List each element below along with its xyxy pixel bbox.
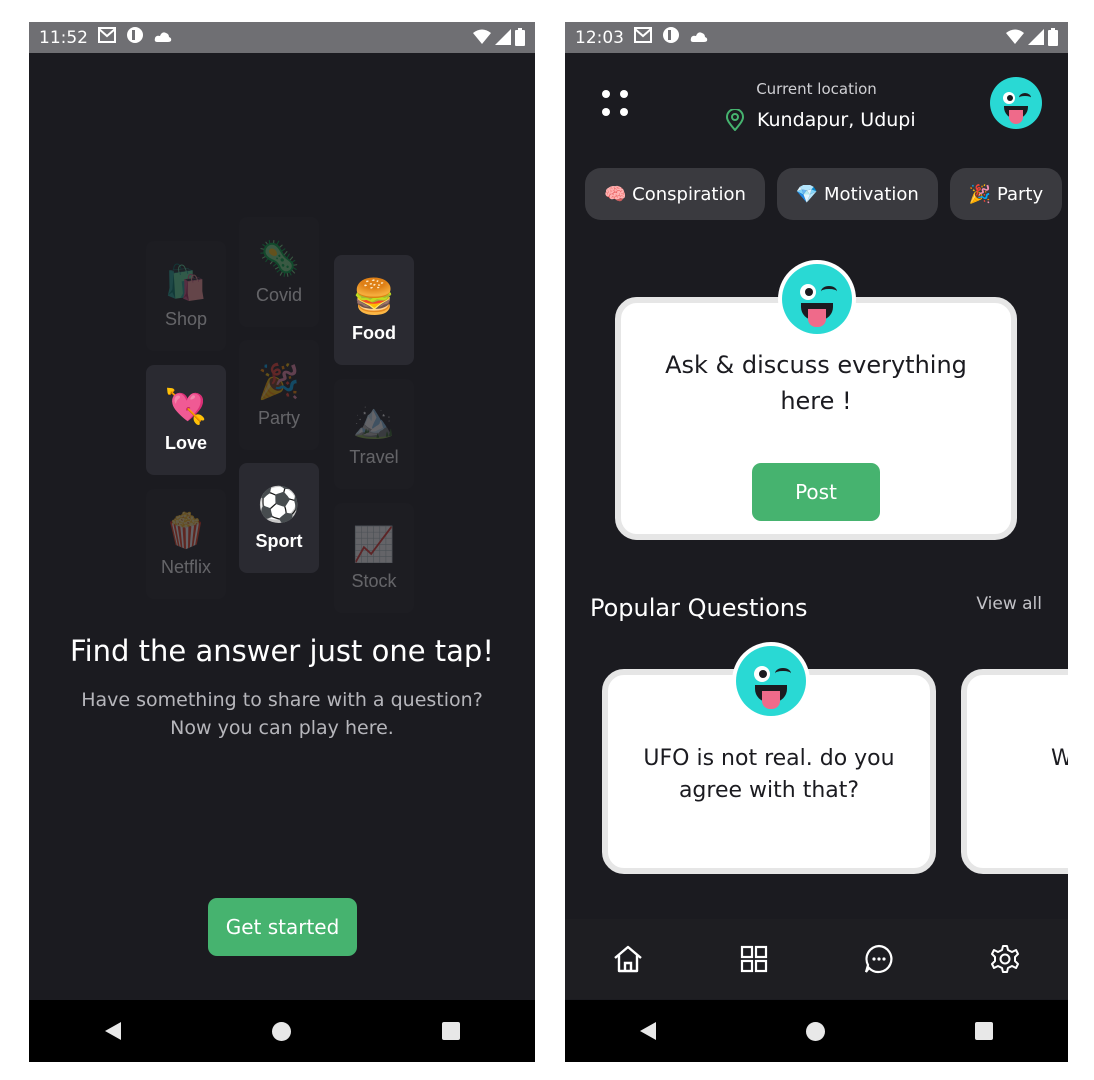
tile-travel[interactable]: 🏔️ Travel <box>334 379 414 489</box>
party-popper-icon: 🎉 <box>968 183 992 205</box>
onboarding-subtext: Have something to share with a question?… <box>81 689 483 739</box>
android-nav-bar <box>29 1000 535 1062</box>
burger-icon: 🍔 <box>352 276 396 317</box>
back-icon[interactable] <box>104 1022 121 1040</box>
tile-sport[interactable]: ⚽ Sport <box>239 463 319 573</box>
signal-icon <box>1028 29 1044 45</box>
app-notification-icon <box>126 26 144 49</box>
question-card[interactable]: Wha ab <box>961 669 1068 874</box>
home-circle-icon[interactable] <box>271 1021 291 1041</box>
chip-conspiration[interactable]: 🧠 Conspiration <box>585 168 765 220</box>
category-chips: 🧠 Conspiration 💎 Motivation 🎉 Party <box>585 168 1063 220</box>
ask-avatar <box>778 260 856 338</box>
popcorn-icon: 🍿 <box>164 510 208 551</box>
location-value: Kundapur, Udupi <box>757 109 916 131</box>
chart-increasing-icon: 📈 <box>352 524 396 565</box>
eye <box>800 284 816 300</box>
grid-icon[interactable] <box>734 939 774 979</box>
cloud-icon <box>154 28 172 48</box>
status-bar: 12:03 <box>565 22 1068 53</box>
ask-prompt: Ask & discuss everything here ! <box>665 351 967 415</box>
status-time: 11:52 <box>39 27 88 48</box>
wifi-icon <box>1006 29 1024 44</box>
question-avatar <box>732 642 810 720</box>
category-tiles: 🛍️ Shop 🦠 Covid 🍔 Food 💘 Love 🎉 Party 🏔️… <box>146 217 416 617</box>
battery-icon <box>1048 28 1058 46</box>
question-text: Wha ab <box>1051 746 1068 771</box>
virus-icon: 🦠 <box>257 238 301 279</box>
view-all-link[interactable]: View all <box>976 594 1042 614</box>
recents-icon[interactable] <box>441 1022 460 1040</box>
signal-icon <box>495 29 511 45</box>
wink <box>1019 93 1031 102</box>
tile-shop[interactable]: 🛍️ Shop <box>146 241 226 351</box>
dot <box>602 108 610 116</box>
chip-party[interactable]: 🎉 Party <box>949 168 1063 220</box>
winking-face-icon <box>782 264 852 334</box>
soccer-ball-icon: ⚽ <box>257 484 301 525</box>
mountain-icon: 🏔️ <box>352 400 396 441</box>
winking-face-icon <box>736 646 806 716</box>
tongue <box>762 691 780 709</box>
home-screen: 12:03 Current location Kundapur, Udupi 🧠… <box>565 22 1068 1062</box>
wink <box>775 668 791 679</box>
popular-questions-title: Popular Questions <box>590 594 808 622</box>
gmail-icon <box>98 27 116 48</box>
home-circle-icon[interactable] <box>806 1021 825 1041</box>
profile-avatar[interactable] <box>990 77 1042 129</box>
back-icon[interactable] <box>640 1022 656 1040</box>
tile-netflix[interactable]: 🍿 Netflix <box>146 489 226 599</box>
wink <box>821 286 837 297</box>
eye <box>754 666 770 682</box>
heart-arrow-icon: 💘 <box>164 386 208 427</box>
brain-icon: 🧠 <box>604 183 627 205</box>
post-button[interactable]: Post <box>752 463 880 521</box>
recents-icon[interactable] <box>975 1022 993 1040</box>
battery-icon <box>515 28 525 46</box>
cloud-icon <box>690 28 708 48</box>
chat-icon[interactable] <box>859 939 899 979</box>
settings-icon[interactable] <box>985 939 1025 979</box>
android-nav-bar <box>565 1000 1068 1062</box>
gem-icon: 💎 <box>795 183 819 205</box>
chip-motivation[interactable]: 💎 Motivation <box>776 168 938 220</box>
tile-stock[interactable]: 📈 Stock <box>334 503 414 613</box>
home-icon[interactable] <box>608 939 648 979</box>
status-bar: 11:52 <box>29 22 535 53</box>
location-selector[interactable]: Kundapur, Udupi <box>725 109 916 131</box>
bottom-tab-bar <box>565 919 1068 999</box>
status-time: 12:03 <box>575 27 624 48</box>
party-popper-icon: 🎉 <box>257 361 301 402</box>
wifi-icon <box>473 29 491 44</box>
tile-love[interactable]: 💘 Love <box>146 365 226 475</box>
onboarding-screen: 11:52 🛍️ Shop 🦠 Covid 🍔 Food 💘 Love 🎉 Pa… <box>29 22 535 1062</box>
tongue <box>1009 110 1023 124</box>
location-pin-icon <box>725 109 745 131</box>
tile-covid[interactable]: 🦠 Covid <box>239 217 319 327</box>
gmail-icon <box>634 27 652 48</box>
tile-food[interactable]: 🍔 Food <box>334 255 414 365</box>
eye <box>1003 92 1015 104</box>
onboarding-headline: Find the answer just one tap! <box>70 634 494 668</box>
get-started-button[interactable]: Get started <box>208 898 357 956</box>
shopping-bags-icon: 🛍️ <box>164 262 208 303</box>
dot <box>620 108 628 116</box>
question-text: UFO is not real. do you agree with that? <box>643 746 895 803</box>
app-notification-icon <box>662 26 680 49</box>
tile-party[interactable]: 🎉 Party <box>239 340 319 450</box>
tongue <box>808 309 826 327</box>
